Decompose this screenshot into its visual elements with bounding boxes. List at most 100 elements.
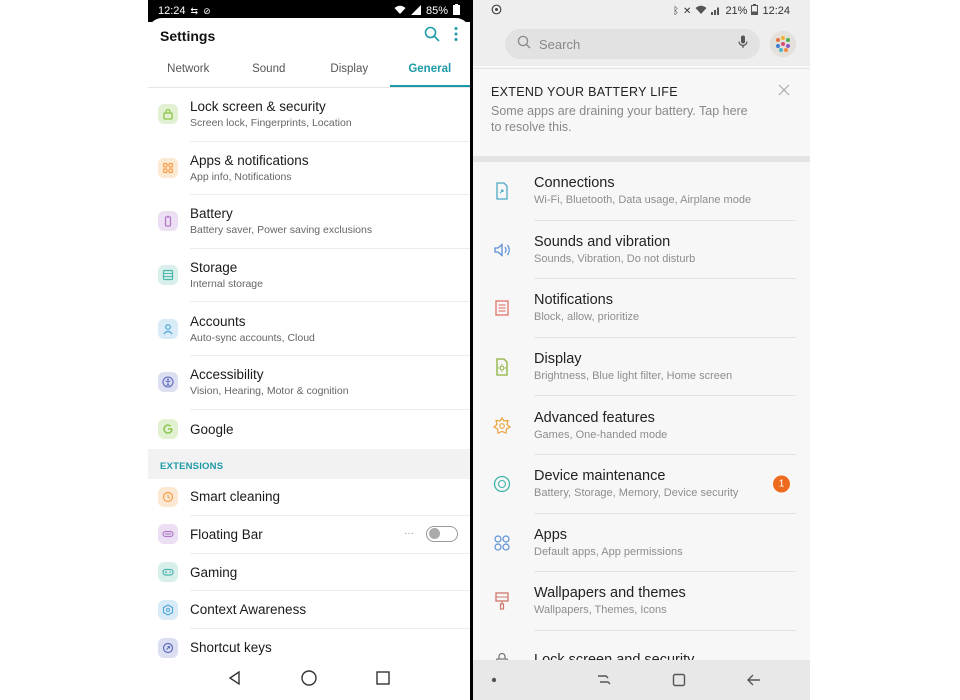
item-title: Storage	[190, 260, 238, 276]
item-title: Device maintenance	[534, 468, 666, 485]
home-icon[interactable]	[642, 672, 717, 688]
search-icon	[517, 35, 531, 54]
search-bar-area: Search	[473, 22, 810, 66]
back-icon[interactable]	[717, 673, 792, 687]
signal-icon	[711, 5, 721, 18]
lg-item-battery[interactable]: Battery Battery saver, Power saving exclu…	[158, 195, 470, 249]
advanced-gear-icon	[491, 415, 513, 437]
close-icon[interactable]	[778, 83, 790, 101]
recents-icon[interactable]	[566, 673, 641, 687]
item-title: Battery	[190, 206, 233, 222]
battery-percent: 21%	[725, 5, 748, 17]
item-subtitle: Vision, Hearing, Motor & cognition	[190, 385, 349, 398]
item-title: Gaming	[190, 564, 238, 580]
tab-network[interactable]: Network	[148, 54, 229, 87]
item-title: Google	[190, 421, 234, 437]
tab-general[interactable]: General	[389, 54, 471, 87]
item-title: Apps	[534, 526, 568, 543]
lg-item-accounts[interactable]: Accounts Auto-sync accounts, Cloud	[158, 302, 470, 356]
floating-bar-icon	[158, 524, 178, 545]
battery-icon	[751, 4, 759, 18]
home-icon[interactable]	[300, 669, 318, 692]
tab-sound[interactable]: Sound	[229, 54, 310, 87]
clock-icon	[158, 486, 178, 507]
apps-icon	[491, 532, 513, 554]
floating-bar-toggle[interactable]	[426, 526, 458, 543]
connections-icon	[491, 180, 513, 202]
person-icon	[158, 318, 178, 339]
navigation-bar	[148, 660, 470, 700]
settings-list: Connections Wi-Fi, Bluetooth, Data usage,…	[473, 162, 810, 690]
status-time: 12:24	[762, 5, 790, 17]
search-input[interactable]: Search	[505, 29, 760, 59]
ss-item-notifications[interactable]: Notifications Block, allow, prioritize	[473, 279, 810, 338]
more-options-icon[interactable]	[454, 26, 458, 47]
lg-item-gaming[interactable]: Gaming	[158, 554, 470, 592]
lg-settings-screen: 12:24 ⇆ ⊘ 85% Settings Network Sound Dis…	[148, 0, 470, 700]
item-title: Floating Bar	[190, 526, 263, 542]
extensions-header: EXTENSIONS	[148, 448, 470, 479]
lg-item-floating-bar[interactable]: Floating Bar ···	[158, 516, 470, 554]
ss-item-sounds-vibration[interactable]: Sounds and vibration Sounds, Vibration, D…	[473, 221, 810, 280]
lg-item-storage[interactable]: Storage Internal storage	[158, 249, 470, 303]
wifi-icon	[394, 5, 406, 18]
item-title: Context Awareness	[190, 602, 307, 618]
ss-item-connections[interactable]: Connections Wi-Fi, Bluetooth, Data usage,…	[473, 162, 810, 221]
ss-item-apps[interactable]: Apps Default apps, App permissions	[473, 514, 810, 573]
sync-icon	[491, 4, 502, 18]
extensions-list: Smart cleaning Floating Bar ··· Gaming C…	[148, 479, 470, 667]
google-icon	[158, 419, 178, 440]
lg-item-google[interactable]: Google	[158, 410, 470, 449]
battery-icon	[158, 211, 178, 232]
storage-icon	[158, 265, 178, 286]
app-header: Settings	[148, 18, 470, 54]
status-bar: ᛒ ✕ 21% 12:24	[473, 0, 810, 22]
search-placeholder: Search	[539, 36, 581, 52]
recents-icon[interactable]	[375, 670, 391, 691]
lg-item-apps-notifications[interactable]: Apps & notifications App info, Notificati…	[158, 142, 470, 196]
status-time: 12:24	[158, 5, 186, 17]
item-title: Apps & notifications	[190, 152, 309, 168]
item-subtitle: Wi-Fi, Bluetooth, Data usage, Airplane m…	[534, 194, 752, 207]
ss-item-device-maintenance[interactable]: Device maintenance Battery, Storage, Memo…	[473, 455, 810, 514]
item-subtitle: Wallpapers, Themes, Icons	[534, 604, 667, 617]
item-subtitle: Sounds, Vibration, Do not disturb	[534, 252, 696, 265]
signal-icon	[410, 4, 421, 18]
mute-icon: ✕	[683, 5, 692, 17]
ss-item-display[interactable]: Display Brightness, Blue light filter, Ho…	[473, 338, 810, 397]
back-icon[interactable]	[227, 670, 243, 691]
lg-item-context-awareness[interactable]: Context Awareness	[158, 591, 470, 629]
item-title: Accounts	[190, 313, 246, 329]
apps-grid-icon	[158, 157, 178, 178]
usb-icon: ⇆	[190, 5, 199, 16]
item-title: Accessibility	[190, 367, 264, 383]
context-icon	[158, 599, 178, 620]
suggestion-heading: EXTEND YOUR BATTERY LIFE	[491, 85, 678, 99]
general-settings-list: Lock screen & security Screen lock, Finge…	[148, 88, 470, 449]
lg-item-accessibility[interactable]: Accessibility Vision, Hearing, Motor & co…	[158, 356, 470, 410]
ss-item-wallpapers-themes[interactable]: Wallpapers and themes Wallpapers, Themes,…	[473, 572, 810, 631]
battery-suggestion-card[interactable]: EXTEND YOUR BATTERY LIFE Some apps are d…	[473, 68, 810, 156]
item-title: Connections	[534, 175, 615, 192]
lock-icon	[158, 104, 178, 125]
item-subtitle: Battery, Storage, Memory, Device securit…	[534, 487, 739, 500]
search-icon[interactable]	[424, 26, 440, 47]
item-title: Shortcut keys	[190, 640, 272, 656]
notification-badge: 1	[773, 475, 790, 493]
display-icon	[491, 356, 513, 378]
page-title: Settings	[160, 28, 216, 44]
profile-avatar[interactable]	[770, 31, 796, 57]
ss-item-advanced-features[interactable]: Advanced features Games, One-handed mode	[473, 396, 810, 455]
tab-display[interactable]: Display	[309, 54, 390, 87]
more-dots-icon[interactable]: ···	[404, 528, 414, 539]
item-subtitle: App info, Notifications	[190, 170, 292, 183]
microphone-icon[interactable]	[738, 35, 748, 54]
battery-icon	[453, 4, 460, 18]
notifications-icon	[491, 297, 513, 319]
lg-item-smart-cleaning[interactable]: Smart cleaning	[158, 479, 470, 517]
item-title: Lock screen & security	[190, 99, 326, 115]
suggestion-body: Some apps are draining your battery. Tap…	[491, 104, 748, 134]
lg-item-lock-screen-security[interactable]: Lock screen & security Screen lock, Finge…	[158, 88, 470, 142]
accessibility-icon	[158, 372, 178, 393]
item-subtitle: Battery saver, Power saving exclusions	[190, 224, 373, 237]
